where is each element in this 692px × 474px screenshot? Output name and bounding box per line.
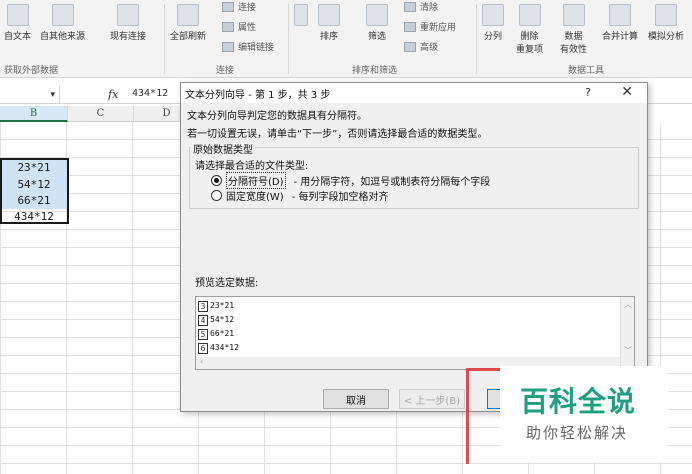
- link-icon: [222, 41, 234, 52]
- radio-fixed-label: 固定宽度(W): [226, 192, 284, 203]
- name-box[interactable]: ▾: [0, 86, 60, 104]
- refresh-icon: [177, 4, 199, 26]
- dialog-title: 文本分列向导 - 第 1 步，共 3 步: [185, 89, 331, 101]
- sort-az-button[interactable]: [294, 4, 308, 29]
- scroll-up-icon[interactable]: ︿: [624, 299, 632, 310]
- preview-label: 预览选定数据:: [195, 278, 259, 289]
- preview-row-text: 434*12: [210, 343, 239, 352]
- close-icon[interactable]: ✕: [621, 84, 633, 100]
- column-header-b[interactable]: B: [0, 106, 68, 122]
- properties-button[interactable]: 属性: [222, 20, 256, 33]
- properties-icon: [222, 21, 234, 32]
- choose-type-label: 请选择最合适的文件类型:: [195, 161, 309, 172]
- text-to-columns-icon: [482, 4, 504, 26]
- existing-connections-button[interactable]: 现有连接: [110, 4, 146, 42]
- preview-row-text: 23*21: [210, 301, 235, 310]
- group-label-data-tools: 数据工具: [568, 66, 605, 76]
- advanced-filter-icon: [404, 41, 416, 52]
- connections-button[interactable]: 连接: [222, 0, 256, 13]
- clear-button[interactable]: 清除: [404, 0, 438, 13]
- ribbon: 自文本 自其他来源 现有连接 获取外部数据 全部刷新 连接 属性 编辑链接 连接…: [0, 0, 692, 78]
- radio-delimited-indicator[interactable]: [211, 175, 222, 186]
- dialog-titlebar[interactable]: 文本分列向导 - 第 1 步，共 3 步 ? ✕: [181, 83, 647, 103]
- remove-duplicates-button[interactable]: 删除 重复项: [516, 4, 543, 55]
- sort-icon: [318, 4, 340, 26]
- preview-row-number: 3: [198, 301, 208, 312]
- preview-row-number: 4: [198, 315, 208, 326]
- scroll-down-icon[interactable]: ﹀: [624, 345, 632, 356]
- consolidate-button[interactable]: 合并计算: [602, 4, 638, 42]
- group-separator: [288, 4, 289, 74]
- cancel-button[interactable]: 取消: [323, 389, 389, 409]
- connections-icon: [222, 1, 234, 12]
- refresh-all-button[interactable]: 全部刷新: [170, 4, 206, 42]
- text-file-icon: [6, 4, 29, 26]
- radio-delimited[interactable]: 分隔符号(D) - 用分隔字符，如逗号或制表符分隔每个字段: [211, 172, 490, 189]
- preview-row-text: 66*21: [210, 329, 235, 338]
- database-icon: [51, 4, 74, 26]
- consolidate-icon: [609, 4, 631, 26]
- watermark: 百科全说 助你轻松解决: [500, 366, 668, 462]
- filter-icon: [366, 4, 388, 26]
- data-validation-button[interactable]: 数据 有效性: [560, 4, 587, 55]
- connection-icon: [117, 4, 139, 26]
- preview-vertical-scrollbar[interactable]: ︿ ﹀: [620, 297, 634, 369]
- watermark-subtitle: 助你轻松解决: [526, 424, 629, 442]
- text-to-columns-button[interactable]: 分列: [482, 4, 504, 42]
- edit-links-button[interactable]: 编辑链接: [222, 40, 274, 53]
- data-validation-icon: [562, 4, 585, 26]
- column-header-c[interactable]: C: [68, 106, 134, 122]
- filter-button[interactable]: 筛选: [366, 4, 388, 42]
- previous-button[interactable]: < 上一步(B): [399, 389, 465, 409]
- radio-fixed-desc: - 每列字段加空格对齐: [291, 192, 389, 203]
- reapply-button[interactable]: 重新应用: [404, 20, 456, 33]
- radio-fixed-indicator[interactable]: [211, 190, 222, 201]
- radio-delimited-desc: - 用分隔字符，如逗号或制表符分隔每个字段: [293, 177, 491, 188]
- help-icon[interactable]: ?: [585, 86, 591, 99]
- formula-input[interactable]: 434*12: [132, 88, 168, 99]
- radio-delimited-label: 分隔符号(D): [226, 172, 286, 189]
- sort-button[interactable]: 排序: [318, 4, 340, 42]
- group-label-sort-filter: 排序和筛选: [352, 66, 398, 76]
- from-text-button[interactable]: 自文本: [4, 4, 31, 42]
- what-if-analysis-button[interactable]: 模拟分析: [648, 4, 684, 42]
- advanced-button[interactable]: 高级: [404, 40, 438, 53]
- preview-row-number: 5: [198, 329, 208, 340]
- group-separator: [476, 4, 477, 74]
- radio-fixed-width[interactable]: 固定宽度(W) - 每列字段加空格对齐: [211, 188, 389, 203]
- clear-icon: [404, 1, 416, 12]
- preview-box[interactable]: 3 23*21 4 54*12 5 66*21 6 434*12 ︿ ﹀ ‹: [195, 296, 635, 370]
- reapply-icon: [404, 21, 416, 32]
- fx-icon[interactable]: fx: [108, 88, 118, 101]
- group-separator: [164, 4, 165, 74]
- chevron-down-icon: ▾: [50, 90, 55, 100]
- text-to-columns-dialog: 文本分列向导 - 第 1 步，共 3 步 ? ✕ 文本分列向导判定您的数据具有分…: [180, 82, 648, 412]
- preview-row-text: 54*12: [210, 315, 235, 324]
- what-if-icon: [655, 4, 677, 26]
- dialog-message-2: 若一切设置无误，请单击“下一步”，否则请选择最合适的数据类型。: [187, 129, 488, 140]
- selection-border: [0, 158, 69, 224]
- watermark-title: 百科全说: [520, 385, 637, 418]
- data-type-group-label: 原始数据类型: [191, 141, 255, 156]
- scroll-left-icon[interactable]: ‹: [200, 357, 203, 366]
- remove-duplicates-icon: [518, 4, 541, 26]
- sort-az-icon: [294, 4, 308, 26]
- from-other-sources-button[interactable]: 自其他来源: [40, 4, 85, 42]
- group-label-external: 获取外部数据: [4, 66, 59, 76]
- group-label-connections: 连接: [216, 66, 235, 76]
- dialog-message-1: 文本分列向导判定您的数据具有分隔符。: [187, 111, 367, 122]
- preview-row-number: 6: [198, 343, 208, 354]
